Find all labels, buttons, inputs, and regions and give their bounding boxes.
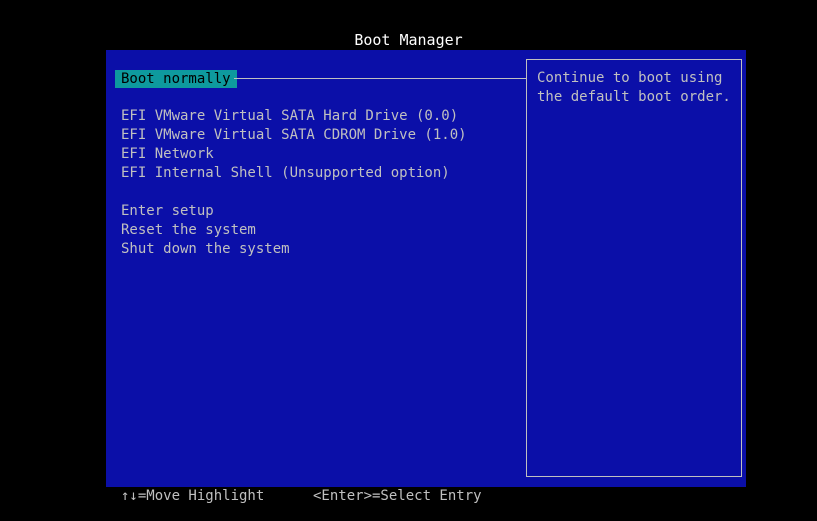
highlight-connector-line (234, 78, 527, 79)
help-text: Continue to boot using the default boot … (537, 70, 731, 105)
menu-item-shut-down-system[interactable]: Shut down the system (121, 240, 290, 259)
boot-menu-panel: Boot normally EFI VMware Virtual SATA Ha… (106, 50, 746, 487)
menu-item-enter-setup[interactable]: Enter setup (121, 202, 214, 221)
page-title: Boot Manager (354, 31, 463, 49)
footer-select-hint: <Enter>=Select Entry (313, 488, 482, 504)
menu-item-efi-internal-shell[interactable]: EFI Internal Shell (Unsupported option) (121, 164, 450, 183)
footer-move-hint: ↑↓=Move Highlight (121, 488, 265, 504)
menu-item-reset-system[interactable]: Reset the system (121, 221, 256, 240)
menu-item-vmware-sata-hard-drive[interactable]: EFI VMware Virtual SATA Hard Drive (0.0) (121, 107, 458, 126)
menu-item-vmware-sata-cdrom-drive[interactable]: EFI VMware Virtual SATA CDROM Drive (1.0… (121, 126, 467, 145)
menu-item-efi-network[interactable]: EFI Network (121, 145, 214, 164)
menu-item-boot-normally[interactable]: Boot normally (115, 70, 237, 88)
help-box: Continue to boot using the default boot … (526, 59, 742, 477)
